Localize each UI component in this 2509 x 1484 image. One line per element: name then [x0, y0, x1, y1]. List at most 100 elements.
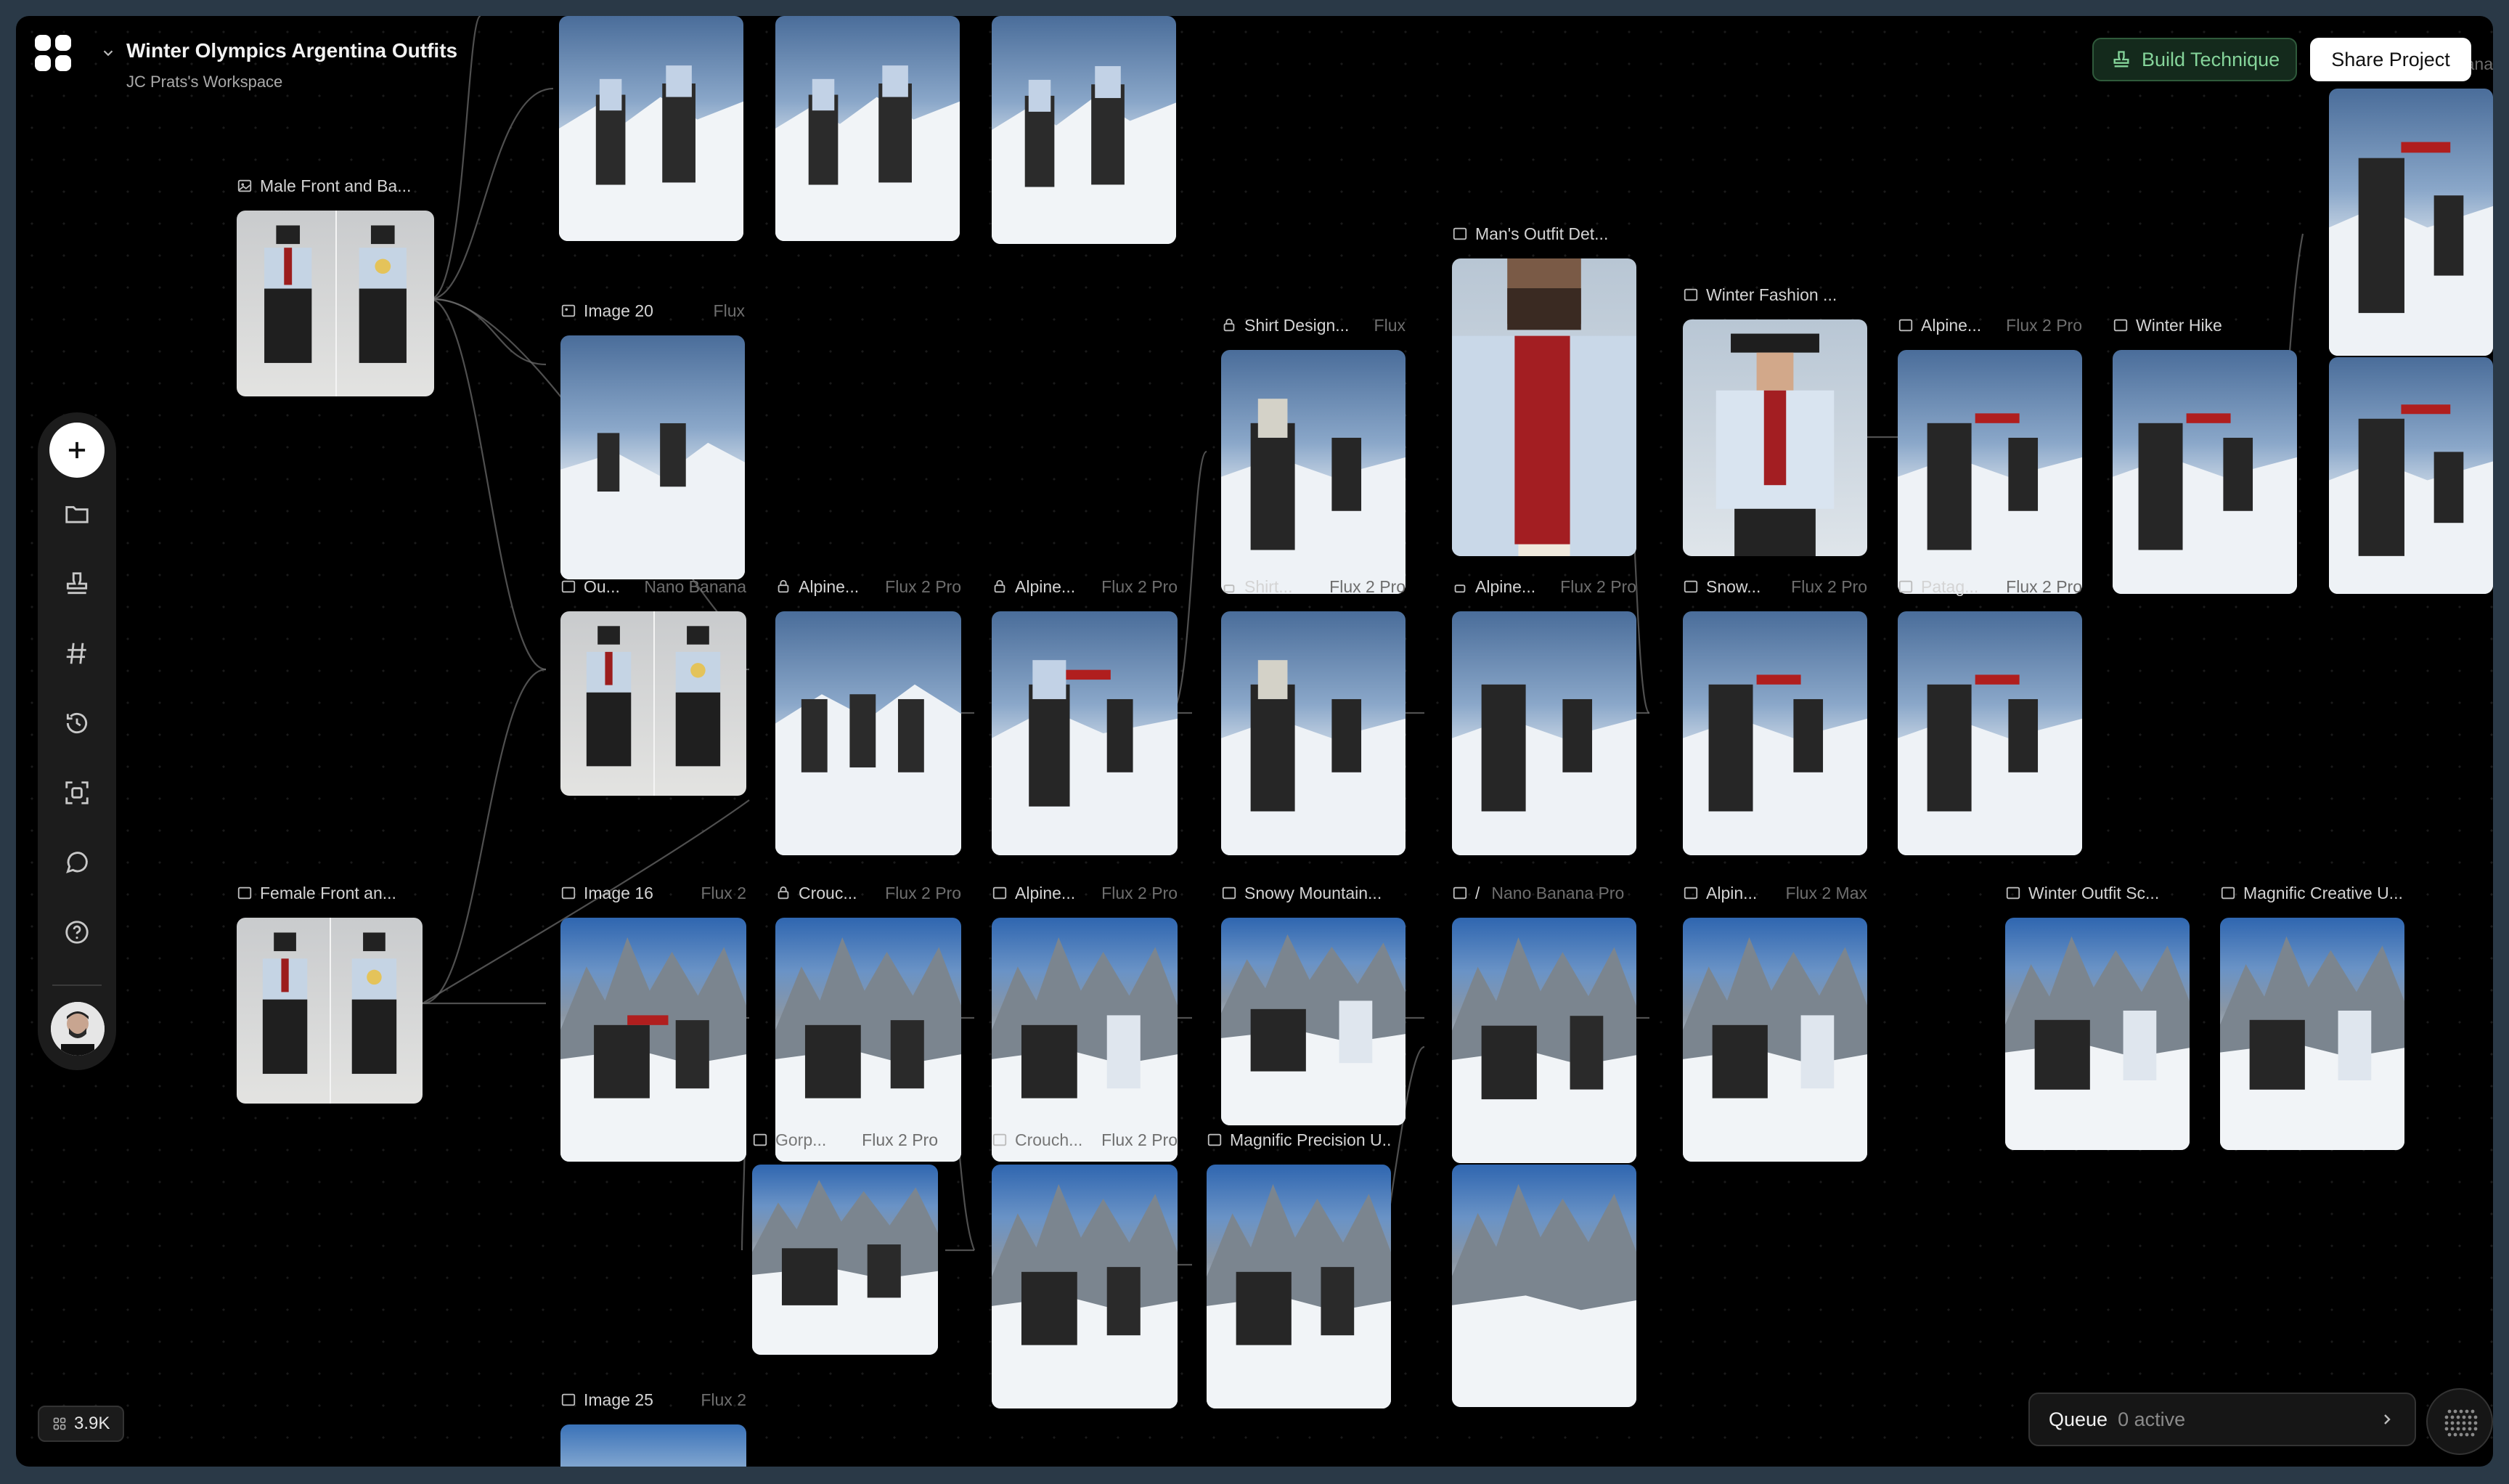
node-model: Flux 2 Pro [2006, 576, 2082, 596]
node-model: Flux 2 Max [1785, 883, 1867, 902]
queue-label: Queue [2049, 1408, 2108, 1430]
image-node-winter-outfit[interactable]: Winter Outfit Sc... [2005, 884, 2190, 1150]
image-node-winter-fashion[interactable]: Winter Fashion ... [1683, 285, 1867, 556]
image-node[interactable] [992, 16, 1176, 244]
lock-icon [1223, 584, 1235, 593]
node-label: Magnific Precision U... [1230, 1130, 1391, 1149]
image-node-gorp[interactable]: Gorp... Flux 2 Pro [752, 1130, 938, 1355]
image-icon [1898, 580, 1913, 593]
user-avatar[interactable] [51, 1002, 105, 1056]
hash-button[interactable] [55, 632, 99, 675]
image-node-shirt-design[interactable]: Shirt Design... Flux [1221, 316, 1406, 594]
node-label: Crouch... [1015, 1130, 1083, 1149]
node-model: Flux [713, 301, 745, 320]
image-node-alpine-2[interactable]: Alpine... Flux 2 Pro [992, 577, 1178, 855]
hash-icon [66, 643, 86, 664]
image-icon [1898, 319, 1913, 332]
image-icon [753, 1133, 767, 1146]
image-node-female-front[interactable]: Female Front an... [237, 884, 423, 1104]
image-node-patag[interactable]: Patag... Flux 2 Pro [1898, 577, 2082, 855]
image-node[interactable] [775, 16, 960, 241]
image-node-magnific-precision[interactable]: Magnific Precision U... [1207, 1130, 1391, 1408]
image-icon [561, 304, 576, 317]
node-label: Shirt... [1244, 576, 1293, 596]
node-label: Magnific Creative U... [2243, 883, 2403, 902]
canvas[interactable]: Male Front and Ba... Image 20 Flux Ou... N… [16, 16, 2493, 1467]
image-node-top-right[interactable]: ...ana [2329, 54, 2493, 356]
app-logo-icon[interactable] [33, 33, 73, 73]
image-node-winter-hike[interactable]: Winter Hike [2113, 316, 2297, 594]
image-node-alpine-1[interactable]: Alpine... Flux 2 Pro [775, 577, 961, 855]
image-node-shirt-2[interactable]: Shirt... Flux 2 Pro [1221, 577, 1406, 855]
scan-face-icon [65, 781, 89, 804]
chat-button[interactable] [55, 841, 99, 884]
node-label: Alpin... [1706, 883, 1758, 902]
node-label: Snowy Mountain... [1244, 883, 1382, 902]
node-label: Man's Outfit Det... [1475, 224, 1609, 243]
chevron-right-icon[interactable] [2378, 1411, 2396, 1428]
lock-icon [994, 579, 1005, 593]
node-label: Female Front an... [260, 883, 396, 902]
node-model: Flux 2 Pro [1101, 1130, 1178, 1149]
build-technique-label: Build Technique [2142, 48, 2280, 70]
node-label: Image 16 [584, 883, 653, 902]
image-node-alpine-5[interactable]: Alpine... Flux 2 Pro [992, 884, 1178, 1162]
image-icon [237, 886, 252, 900]
stamp-button[interactable] [55, 562, 99, 606]
image-node[interactable] [559, 16, 743, 241]
image-node-alpin-6[interactable]: Alpin... Flux 2 Max [1683, 884, 1867, 1162]
lock-icon [778, 579, 789, 593]
image-node-mans-outfit[interactable]: Man's Outfit Det... [1452, 224, 1636, 556]
image-node[interactable] [2329, 357, 2493, 594]
add-button[interactable] [49, 423, 105, 478]
chevron-down-icon[interactable] [100, 45, 116, 61]
image-node-alpine-4[interactable]: Alpine... Flux 2 Pro [1898, 316, 2082, 594]
image-node-snow-1[interactable]: Snow... Flux 2 Pro [1683, 577, 1867, 855]
image-node-crouch-2[interactable]: Crouch... Flux 2 Pro [992, 1130, 1178, 1408]
image-icon [1684, 288, 1698, 301]
node-label: Crouc... [799, 883, 857, 902]
image-icon [992, 1133, 1007, 1146]
image-icon [237, 179, 252, 192]
node-label: Alpine... [1921, 315, 1982, 335]
stamp-icon [66, 572, 88, 595]
image-node-crouc[interactable]: Crouc... Flux 2 Pro [775, 884, 961, 1162]
stamp-icon [2113, 51, 2129, 68]
image-node-magnific-creative[interactable]: Magnific Creative U... [2220, 884, 2404, 1150]
build-technique-button[interactable]: Build Technique [2092, 38, 2297, 81]
history-button[interactable] [55, 701, 99, 745]
image-icon [561, 1393, 576, 1406]
image-node-image-25[interactable]: Image 25 Flux 2 [560, 1390, 746, 1467]
help-button[interactable] [55, 910, 99, 954]
image-node-alpine-3[interactable]: Alpine... Flux 2 Pro [1452, 577, 1636, 855]
share-project-label: Share Project [2331, 48, 2450, 70]
node-model: Flux 2 Pro [1101, 576, 1178, 596]
image-icon [561, 580, 576, 593]
image-node-nano-1[interactable]: Ou... Nano Banana [560, 577, 746, 796]
image-icon [2113, 319, 2128, 332]
chat-icon [66, 852, 88, 873]
node-label: Gorp... [775, 1130, 827, 1149]
grid-icon [53, 1417, 66, 1430]
dot-grid-icon[interactable] [2426, 1388, 2493, 1455]
image-node[interactable] [1452, 1165, 1636, 1407]
image-node-male-front[interactable]: Male Front and Ba... [237, 176, 434, 396]
share-project-button[interactable]: Share Project [2310, 38, 2471, 81]
help-icon [65, 921, 89, 944]
image-node-snowy-mountain[interactable]: Snowy Mountain... [1221, 884, 1406, 1125]
image-icon [992, 886, 1007, 900]
usage-counter[interactable]: 3.9K [38, 1406, 125, 1442]
lock-icon [1454, 584, 1466, 593]
scan-face-button[interactable] [55, 771, 99, 815]
queue-panel[interactable]: Queue 0 active [2028, 1393, 2416, 1446]
project-title[interactable]: Winter Olympics Argentina Outfits [126, 39, 457, 62]
node-model: Flux 2 [701, 1390, 746, 1409]
image-icon [1207, 1133, 1222, 1146]
image-node-image-20[interactable]: Image 20 Flux [560, 301, 745, 579]
image-node-nano-2[interactable]: / Nano Banana Pro [1452, 884, 1636, 1163]
folder-button[interactable] [55, 492, 99, 536]
image-icon [1222, 886, 1236, 900]
image-node-image-16[interactable]: Image 16 Flux 2 [560, 884, 746, 1162]
node-label: Image 25 [584, 1390, 653, 1409]
image-icon [2221, 886, 2235, 900]
